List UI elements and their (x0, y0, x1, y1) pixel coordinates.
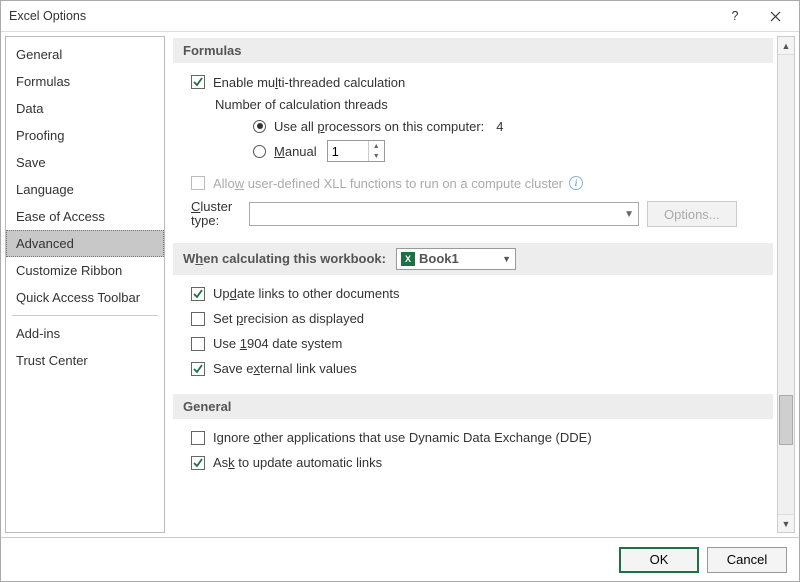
ignore-dde-label: Ignore other applications that use Dynam… (213, 430, 592, 445)
sidebar-item-trust-center[interactable]: Trust Center (6, 347, 164, 374)
dialog-body: General Formulas Data Proofing Save Lang… (1, 31, 799, 537)
manual-threads-spinner[interactable]: ▲▼ (327, 140, 385, 162)
cluster-type-row: Cluster type: ▼ Options... (191, 200, 773, 229)
ok-button[interactable]: OK (619, 547, 699, 573)
scroll-thumb[interactable] (779, 395, 793, 445)
manual-threads-label: Manual (274, 144, 317, 159)
spinner-up-icon[interactable]: ▲ (369, 141, 384, 151)
save-external-row: Save external link values (191, 358, 773, 380)
manual-threads-radio[interactable] (253, 145, 266, 158)
manual-threads-row: Manual ▲▼ (253, 140, 773, 162)
sidebar-item-language[interactable]: Language (6, 176, 164, 203)
manual-threads-input[interactable] (328, 141, 368, 161)
sidebar-item-customize-ribbon[interactable]: Customize Ribbon (6, 257, 164, 284)
dialog-footer: OK Cancel (1, 537, 799, 581)
ignore-dde-checkbox[interactable] (191, 431, 205, 445)
help-button[interactable]: ? (715, 2, 755, 30)
scroll-down-icon[interactable]: ▼ (778, 514, 794, 532)
section-when-calculating: When calculating this workbook: X Book1 … (173, 243, 773, 275)
threads-label: Number of calculation threads (215, 97, 773, 112)
cluster-options-button: Options... (647, 201, 737, 227)
date1904-checkbox[interactable] (191, 337, 205, 351)
titlebar: Excel Options ? (1, 1, 799, 31)
sidebar-item-save[interactable]: Save (6, 149, 164, 176)
close-button[interactable] (755, 2, 795, 30)
sidebar-item-add-ins[interactable]: Add-ins (6, 320, 164, 347)
excel-file-icon: X (401, 252, 415, 266)
content-area: Formulas Enable multi-threaded calculati… (173, 36, 777, 533)
sidebar-separator (12, 315, 158, 316)
main-panel: Formulas Enable multi-threaded calculati… (173, 36, 795, 533)
sidebar-item-quick-access-toolbar[interactable]: Quick Access Toolbar (6, 284, 164, 311)
sidebar-item-data[interactable]: Data (6, 95, 164, 122)
allow-xll-checkbox (191, 176, 205, 190)
section-formulas: Formulas (173, 38, 773, 63)
save-external-label: Save external link values (213, 361, 357, 376)
ask-update-row: Ask to update automatic links (191, 452, 773, 474)
use-all-processors-row: Use all processors on this computer: 4 (253, 115, 773, 137)
category-sidebar: General Formulas Data Proofing Save Lang… (5, 36, 165, 533)
enable-multithreaded-row: Enable multi-threaded calculation (191, 71, 773, 93)
ask-update-checkbox[interactable] (191, 456, 205, 470)
scroll-up-icon[interactable]: ▲ (778, 37, 794, 55)
sidebar-item-proofing[interactable]: Proofing (6, 122, 164, 149)
vertical-scrollbar[interactable]: ▲ ▼ (777, 36, 795, 533)
date1904-row: Use 1904 date system (191, 333, 773, 355)
scroll-track[interactable] (778, 55, 794, 514)
update-links-checkbox[interactable] (191, 287, 205, 301)
excel-options-dialog: Excel Options ? General Formulas Data Pr… (0, 0, 800, 582)
processor-count: 4 (496, 119, 503, 134)
allow-xll-label: Allow user-defined XLL functions to run … (213, 176, 563, 191)
cluster-type-dropdown[interactable]: ▼ (249, 202, 639, 226)
date1904-label: Use 1904 date system (213, 336, 342, 351)
update-links-row: Update links to other documents (191, 283, 773, 305)
allow-xll-row: Allow user-defined XLL functions to run … (191, 172, 773, 194)
chevron-down-icon: ▼ (502, 254, 511, 264)
ignore-dde-row: Ignore other applications that use Dynam… (191, 427, 773, 449)
when-calculating-label: When calculating this workbook: (183, 251, 386, 266)
ask-update-label: Ask to update automatic links (213, 455, 382, 470)
sidebar-item-general[interactable]: General (6, 41, 164, 68)
cluster-type-label: Cluster type: (191, 200, 241, 229)
precision-label: Set precision as displayed (213, 311, 364, 326)
spinner-down-icon[interactable]: ▼ (369, 151, 384, 161)
use-all-processors-label: Use all processors on this computer: (274, 119, 484, 134)
section-general: General (173, 394, 773, 419)
use-all-processors-radio[interactable] (253, 120, 266, 133)
cancel-button[interactable]: Cancel (707, 547, 787, 573)
workbook-dropdown[interactable]: X Book1 ▼ (396, 248, 516, 270)
enable-multithreaded-checkbox[interactable] (191, 75, 205, 89)
info-icon[interactable]: i (569, 176, 583, 190)
precision-row: Set precision as displayed (191, 308, 773, 330)
save-external-checkbox[interactable] (191, 362, 205, 376)
sidebar-item-formulas[interactable]: Formulas (6, 68, 164, 95)
sidebar-item-ease-of-access[interactable]: Ease of Access (6, 203, 164, 230)
sidebar-item-advanced[interactable]: Advanced (6, 230, 164, 257)
enable-multithreaded-label: Enable multi-threaded calculation (213, 75, 405, 90)
workbook-name: Book1 (419, 251, 498, 266)
window-title: Excel Options (9, 9, 715, 23)
update-links-label: Update links to other documents (213, 286, 399, 301)
precision-checkbox[interactable] (191, 312, 205, 326)
